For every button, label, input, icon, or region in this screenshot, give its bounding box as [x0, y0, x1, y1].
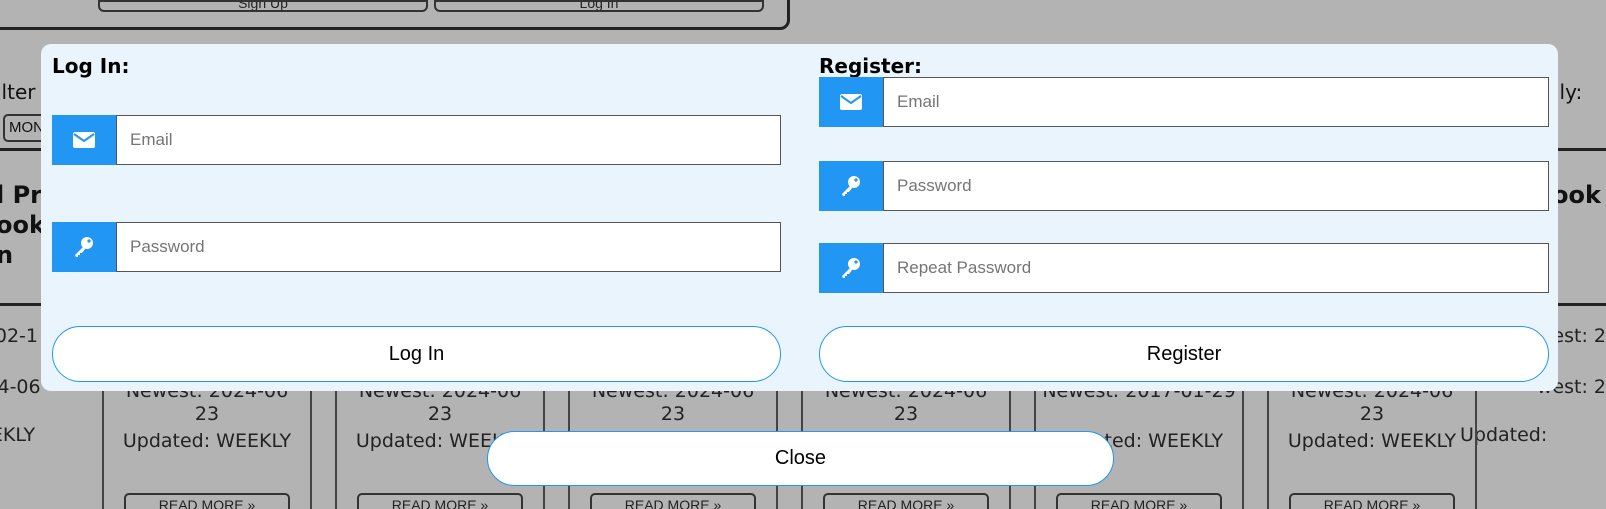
read-more-button: READ MORE »	[1289, 493, 1455, 509]
key-icon	[819, 243, 883, 293]
login-email-field	[52, 115, 781, 165]
register-password-input[interactable]	[883, 161, 1549, 211]
login-password-field	[52, 222, 781, 272]
read-more-button: READ MORE »	[1056, 493, 1222, 509]
card-updated: Updated: WEEKLY	[1287, 430, 1457, 452]
login-button[interactable]: Log In	[52, 326, 781, 382]
envelope-icon	[52, 115, 116, 165]
card-updated: Updated:	[1460, 424, 1548, 446]
read-more-button: READ MORE »	[124, 493, 290, 509]
read-more-button: READ MORE »	[357, 493, 523, 509]
register-password-field	[819, 161, 1549, 211]
register-title: Register:	[819, 54, 923, 78]
card-updated: Updated: WEEKLY	[122, 430, 292, 452]
register-email-input[interactable]	[883, 77, 1549, 127]
schedule-label: lly:	[1554, 80, 1583, 104]
key-icon	[52, 222, 116, 272]
read-more-button: READ MORE »	[823, 493, 989, 509]
card-updated: EEKLY	[0, 424, 36, 446]
register-button[interactable]: Register	[819, 326, 1549, 382]
card-newest-day: 23	[427, 403, 453, 425]
read-more-button: READ MORE »	[590, 493, 756, 509]
close-button[interactable]: Close	[487, 431, 1114, 486]
card-newest-day: 23	[194, 403, 220, 425]
header-login-button: Log In	[434, 0, 764, 12]
register-email-field	[819, 77, 1549, 127]
login-email-input[interactable]	[116, 115, 781, 165]
auth-modal: Log In: Log In Register: Register	[41, 44, 1558, 391]
login-title: Log In:	[52, 54, 130, 78]
card-newest-day: 23	[1359, 403, 1385, 425]
filter-label: ilter	[0, 80, 36, 104]
header-signup-button: Sign Up	[98, 0, 428, 12]
card-newest-day: 23	[893, 403, 919, 425]
login-password-input[interactable]	[116, 222, 781, 272]
card-title: ook	[1552, 181, 1601, 209]
key-icon	[819, 161, 883, 211]
card-newest-day: 23	[660, 403, 686, 425]
register-repeat-password-input[interactable]	[883, 243, 1549, 293]
envelope-icon	[819, 77, 883, 127]
register-repeat-password-field	[819, 243, 1549, 293]
